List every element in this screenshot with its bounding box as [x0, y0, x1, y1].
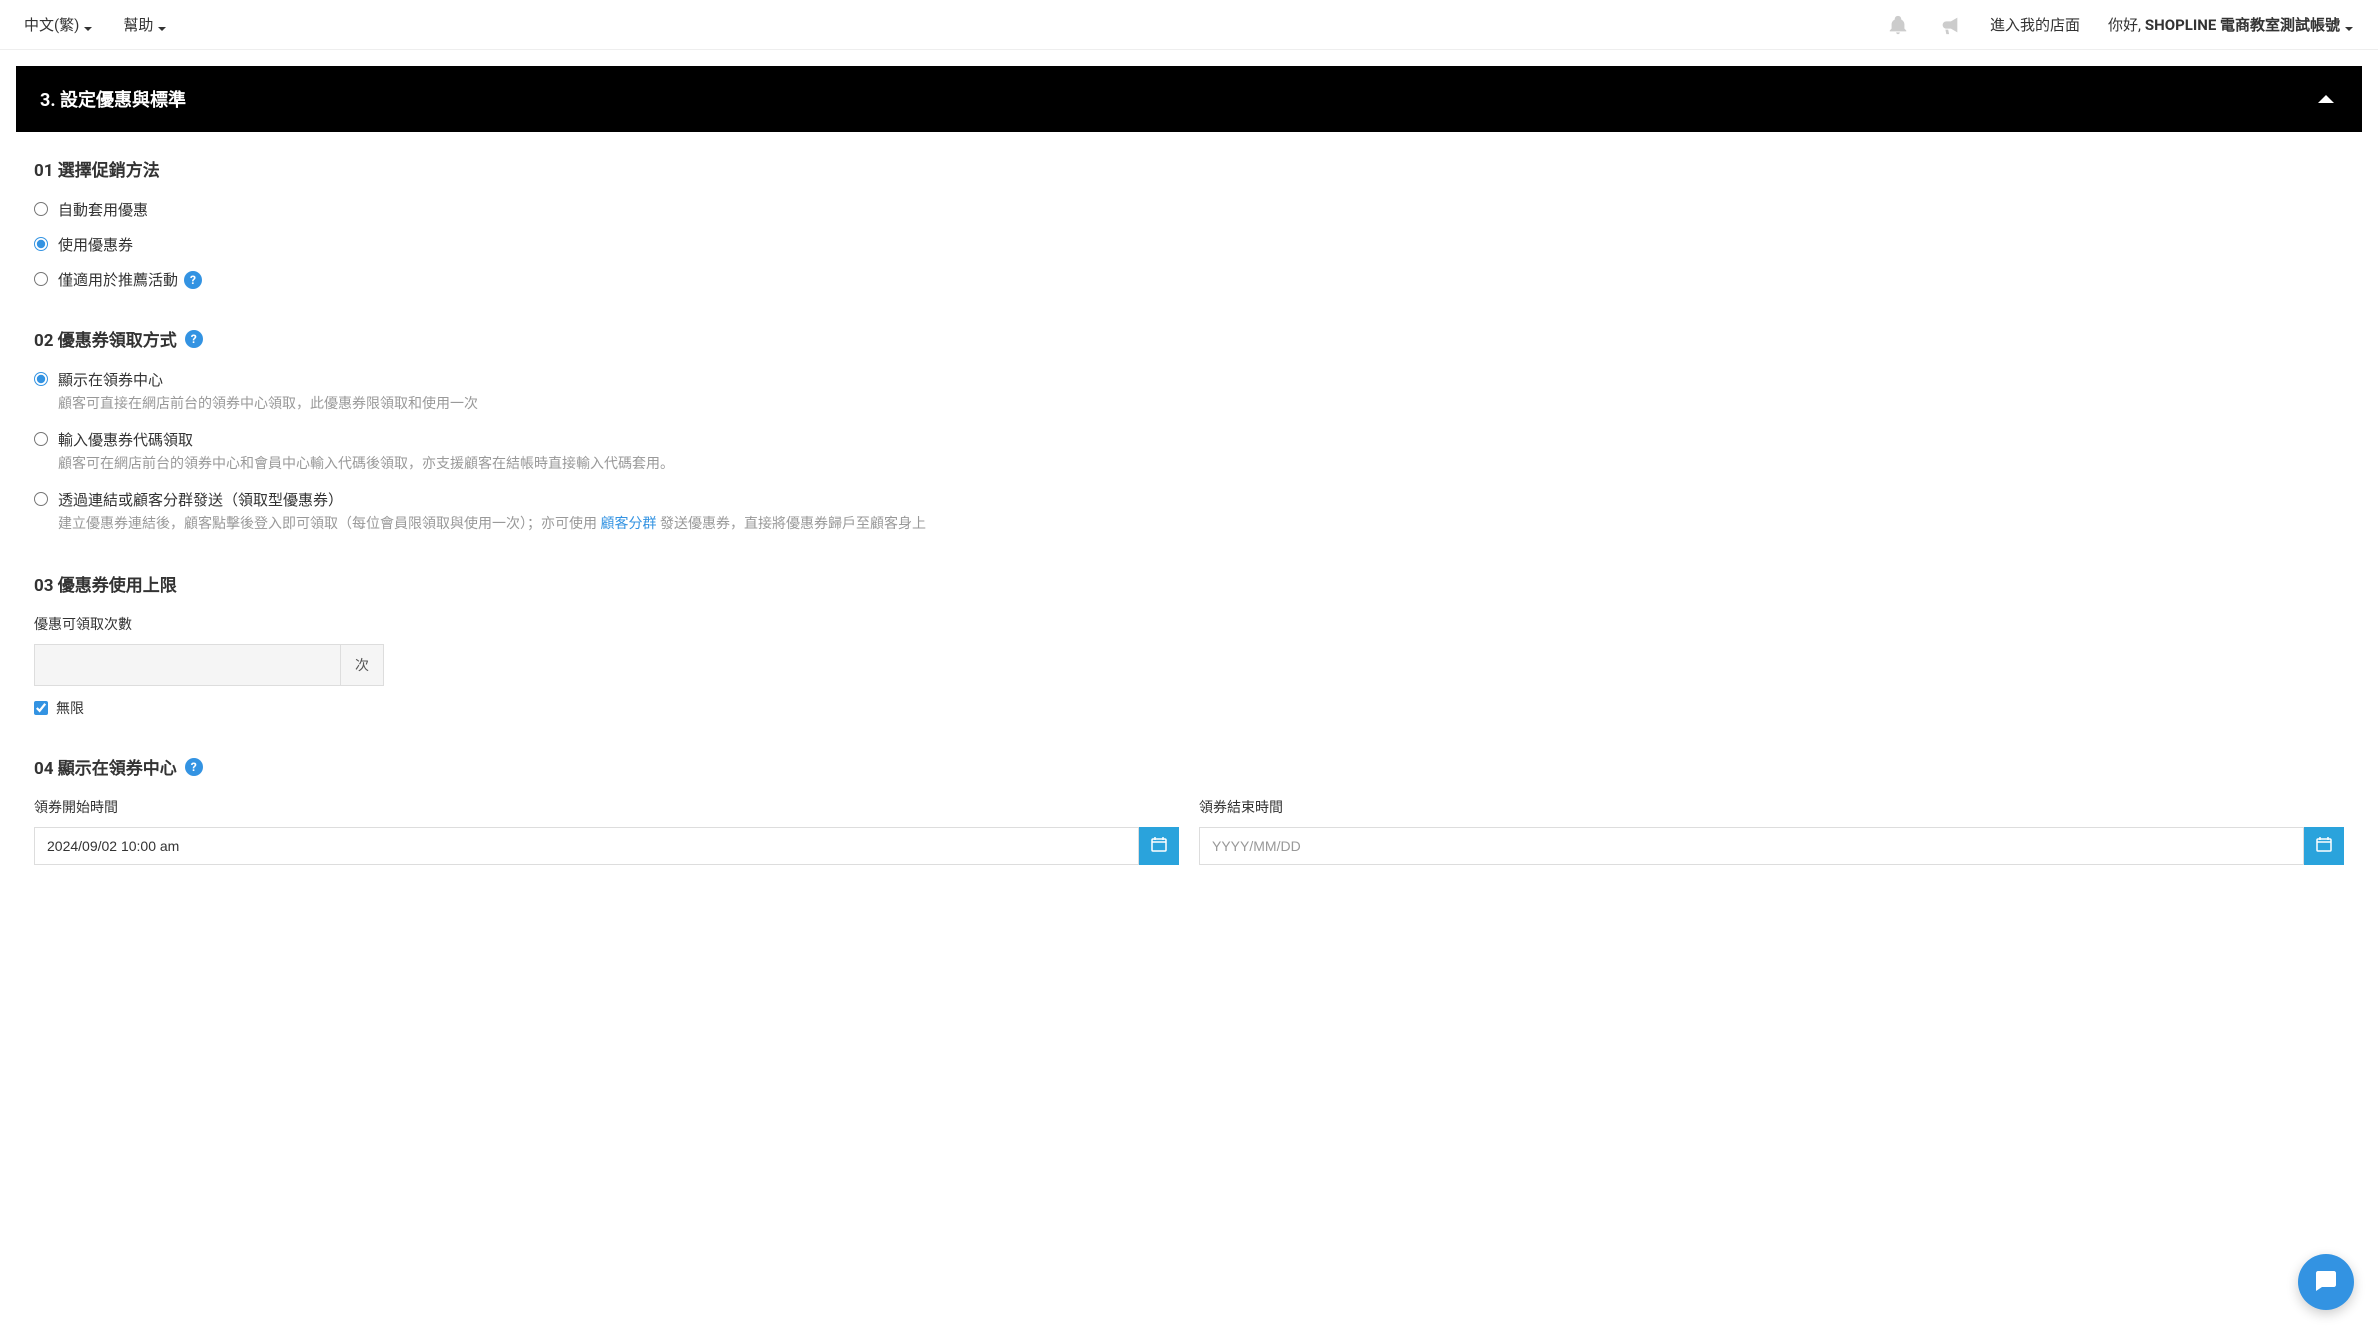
radio-claim-code-desc: 顧客可在網店前台的領券中心和會員中心輸入代碼後領取，亦支援顧客在結帳時直接輸入代…	[58, 454, 2344, 475]
section-title: 3. 設定優惠與標準	[40, 86, 186, 112]
help-label: 幫助	[123, 14, 153, 35]
unlimited-checkbox-input[interactable]	[34, 701, 48, 715]
radio-claim-link-label: 透過連結或顧客分群發送（領取型優惠券）	[58, 489, 343, 510]
radio-claim-code-label: 輸入優惠券代碼領取	[58, 429, 193, 450]
limit-input[interactable]	[34, 644, 341, 686]
radio-claim-center[interactable]: 顯示在領券中心	[34, 369, 2344, 390]
chevron-up-icon	[2314, 87, 2338, 111]
radio-claim-link-wrapper: 透過連結或顧客分群發送（領取型優惠券） 建立優惠券連結後，顧客點擊後登入即可領取…	[34, 489, 2344, 535]
section-header[interactable]: 3. 設定優惠與標準	[16, 66, 2362, 132]
help-icon[interactable]: ?	[185, 330, 203, 348]
radio-claim-center-label: 顯示在領券中心	[58, 369, 163, 390]
subsection-title-04: 04 顯示在領券中心 ?	[34, 754, 2344, 779]
radio-claim-center-input[interactable]	[34, 372, 48, 386]
notifications-bell-icon[interactable]	[1886, 13, 1910, 37]
limit-suffix: 次	[341, 644, 384, 686]
radio-use-coupon[interactable]: 使用優惠券	[34, 234, 2344, 255]
subsection-title-01: 01 選擇促銷方法	[34, 156, 2344, 181]
radio-claim-center-wrapper: 顯示在領券中心 顧客可直接在網店前台的領券中心領取，此優惠券限領取和使用一次	[34, 369, 2344, 415]
radio-referral-text: 僅適用於推薦活動	[58, 269, 178, 290]
radio-claim-link-desc-pre: 建立優惠券連結後，顧客點擊後登入即可領取（每位會員限領取與使用一次）；亦可使用	[58, 516, 600, 532]
subsection-title-02: 02 優惠券領取方式 ?	[34, 326, 2344, 351]
help-icon[interactable]: ?	[185, 758, 203, 776]
radio-claim-link-desc: 建立優惠券連結後，顧客點擊後登入即可領取（每位會員限領取與使用一次）；亦可使用 …	[58, 514, 2344, 535]
radio-referral-only[interactable]: 僅適用於推薦活動 ?	[34, 269, 2344, 290]
unlimited-checkbox[interactable]: 無限	[34, 698, 2344, 718]
end-date-calendar-button[interactable]	[2304, 827, 2344, 865]
subsection-title-04-text: 04 顯示在領券中心	[34, 754, 177, 779]
unlimited-label: 無限	[56, 698, 84, 718]
radio-claim-code[interactable]: 輸入優惠券代碼領取	[34, 429, 2344, 450]
radio-claim-link[interactable]: 透過連結或顧客分群發送（領取型優惠券）	[34, 489, 2344, 510]
customer-segment-link[interactable]: 顧客分群	[600, 516, 656, 532]
date-row: 領券開始時間 領券結束時間	[34, 797, 2344, 865]
radio-referral-only-label: 僅適用於推薦活動 ?	[58, 269, 202, 290]
limit-field-label: 優惠可領取次數	[34, 614, 2344, 634]
radio-referral-only-input[interactable]	[34, 272, 48, 286]
intercom-launcher[interactable]	[2298, 1254, 2354, 1310]
chevron-down-icon	[157, 20, 167, 30]
start-date-calendar-button[interactable]	[1139, 827, 1179, 865]
language-dropdown[interactable]: 中文(繁)	[24, 14, 93, 35]
start-date-input[interactable]	[34, 827, 1139, 865]
start-date-label: 領券開始時間	[34, 797, 1179, 817]
radio-claim-code-wrapper: 輸入優惠券代碼領取 顧客可在網店前台的領券中心和會員中心輸入代碼後領取，亦支援顧…	[34, 429, 2344, 475]
end-date-input[interactable]	[1199, 827, 2304, 865]
topbar-left: 中文(繁) 幫助	[24, 14, 167, 35]
radio-use-coupon-label: 使用優惠券	[58, 234, 133, 255]
start-date-col: 領券開始時間	[34, 797, 1179, 865]
radio-claim-link-input[interactable]	[34, 492, 48, 506]
radio-claim-center-desc: 顧客可直接在網店前台的領券中心領取，此優惠券限領取和使用一次	[58, 394, 2344, 415]
topbar-right: 進入我的店面 你好, SHOPLINE 電商教室測試帳號	[1886, 13, 2354, 37]
subsection-title-03: 03 優惠券使用上限	[34, 571, 2344, 596]
account-name: SHOPLINE 電商教室測試帳號	[2145, 14, 2340, 35]
chevron-down-icon	[83, 20, 93, 30]
radio-auto-apply[interactable]: 自動套用優惠	[34, 199, 2344, 220]
end-date-group	[1199, 827, 2344, 865]
calendar-icon	[1151, 836, 1167, 856]
end-date-label: 領券結束時間	[1199, 797, 2344, 817]
radio-use-coupon-input[interactable]	[34, 237, 48, 251]
limit-input-group: 次	[34, 644, 384, 686]
help-dropdown[interactable]: 幫助	[123, 14, 167, 35]
calendar-icon	[2316, 836, 2332, 856]
chat-icon	[2312, 1266, 2340, 1298]
section-body: 01 選擇促銷方法 自動套用優惠 使用優惠券 僅適用於推薦活動 ?	[16, 132, 2362, 889]
subsection-display-center: 04 顯示在領券中心 ? 領券開始時間	[34, 754, 2344, 865]
announcement-megaphone-icon[interactable]	[1938, 13, 1962, 37]
greeting-prefix: 你好,	[2108, 14, 2141, 35]
subsection-coupon-claim: 02 優惠券領取方式 ? 顯示在領券中心 顧客可直接在網店前台的領券中心領取，此…	[34, 326, 2344, 535]
page-content: 3. 設定優惠與標準 01 選擇促銷方法 自動套用優惠 使用優惠券 僅適用於推薦…	[0, 50, 2378, 905]
chevron-down-icon	[2344, 20, 2354, 30]
enter-store-link[interactable]: 進入我的店面	[1990, 14, 2080, 35]
account-dropdown[interactable]: 你好, SHOPLINE 電商教室測試帳號	[2108, 14, 2354, 35]
help-icon[interactable]: ?	[184, 271, 202, 289]
start-date-group	[34, 827, 1179, 865]
end-date-col: 領券結束時間	[1199, 797, 2344, 865]
radio-claim-link-desc-post: 發送優惠券，直接將優惠券歸戶至顧客身上	[656, 516, 925, 532]
radio-claim-code-input[interactable]	[34, 432, 48, 446]
radio-auto-apply-label: 自動套用優惠	[58, 199, 148, 220]
subsection-promotion-method: 01 選擇促銷方法 自動套用優惠 使用優惠券 僅適用於推薦活動 ?	[34, 156, 2344, 290]
subsection-title-02-text: 02 優惠券領取方式	[34, 326, 177, 351]
subsection-usage-limit: 03 優惠券使用上限 優惠可領取次數 次 無限	[34, 571, 2344, 718]
enter-store-label: 進入我的店面	[1990, 14, 2080, 35]
top-navbar: 中文(繁) 幫助 進入我的店面 你好, SHOPLINE 電商教室測試帳號	[0, 0, 2378, 50]
language-label: 中文(繁)	[24, 14, 79, 35]
radio-auto-apply-input[interactable]	[34, 202, 48, 216]
